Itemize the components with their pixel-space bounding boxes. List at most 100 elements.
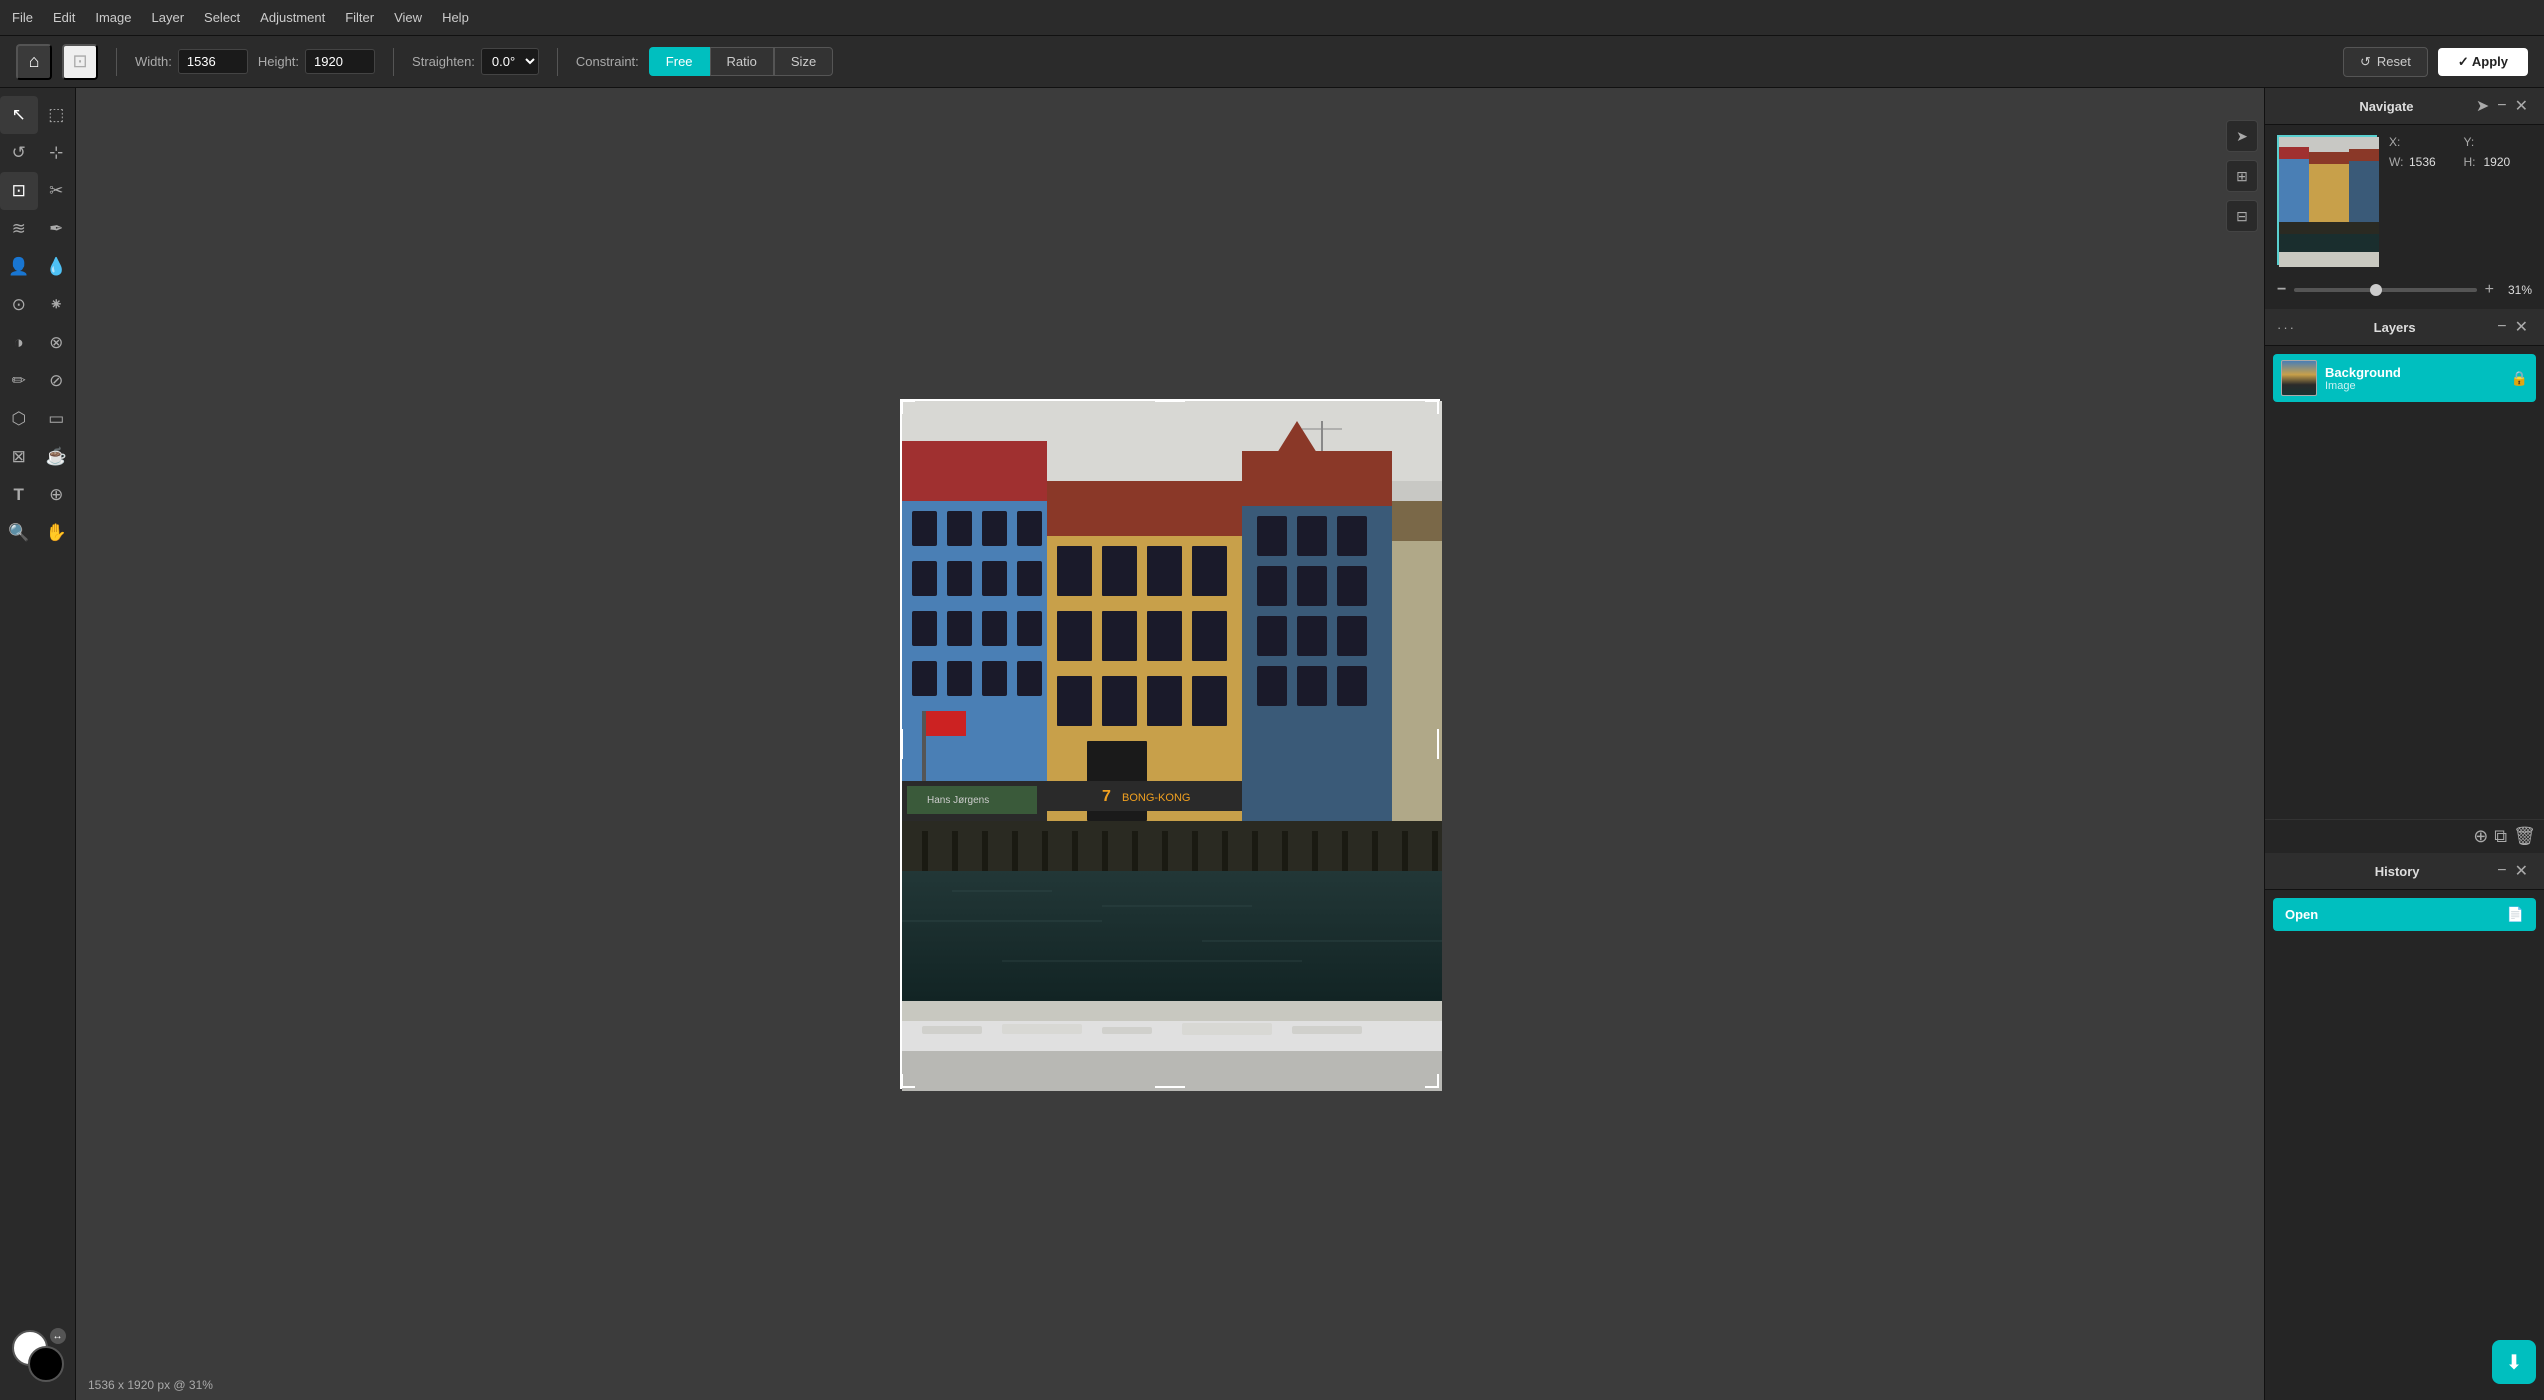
constraint-ratio[interactable]: Ratio (710, 47, 774, 76)
crop-handle-ml[interactable] (901, 729, 909, 759)
select-tool[interactable]: ↖ (0, 96, 38, 134)
color-sampler-tool[interactable]: ⊕ (38, 476, 76, 514)
layers-close-button[interactable]: ✕ (2511, 317, 2532, 337)
blur-tool[interactable]: 👤 (0, 248, 38, 286)
pattern-tool[interactable]: ⁕ (38, 286, 76, 324)
menu-file[interactable]: File (12, 10, 33, 25)
gradient-tool[interactable]: ◑ (0, 324, 38, 362)
stamp-tool[interactable]: ⊠ (0, 438, 38, 476)
background-color[interactable] (28, 1346, 64, 1382)
menu-image[interactable]: Image (95, 10, 131, 25)
marquee-tool[interactable]: ⬚ (38, 96, 76, 134)
swap-colors-button[interactable]: ↔ (50, 1328, 66, 1344)
history-close-button[interactable]: ✕ (2511, 861, 2532, 881)
crop-handle-bm[interactable] (1155, 1080, 1185, 1088)
constraint-size[interactable]: Size (774, 47, 833, 76)
text-tool[interactable]: T (0, 476, 38, 514)
nav-coords: X: Y: W: 1536 H: 1920 (2389, 135, 2532, 169)
crop-handle-bl[interactable] (901, 1074, 915, 1088)
layer-lock-icon: 🔒 (2511, 370, 2528, 387)
straighten-select[interactable]: 0.0° (481, 48, 539, 75)
crop-handle-mr[interactable] (1431, 729, 1439, 759)
layers-more-button[interactable]: ··· (2277, 320, 2296, 335)
properties-panel-toggle[interactable]: ⊟ (2226, 200, 2258, 232)
crop-handle-tr[interactable] (1425, 400, 1439, 414)
crop-handle-br[interactable] (1425, 1074, 1439, 1088)
crop-handle-tl[interactable] (901, 400, 915, 414)
pencil-tool[interactable]: ✏ (0, 362, 38, 400)
crop-handle-tm[interactable] (1155, 400, 1185, 408)
menu-filter[interactable]: Filter (345, 10, 374, 25)
sharpen-tool[interactable]: ⊗ (38, 324, 76, 362)
rotate-tool[interactable]: ↺ (0, 134, 38, 172)
check-icon: ✓ (2458, 54, 2472, 69)
layer-info: Background Image (2325, 365, 2503, 392)
height-input[interactable] (305, 49, 375, 74)
color-swatch-container: ↔ (12, 1330, 64, 1382)
layers-minimize-button[interactable]: − (2493, 318, 2510, 336)
zoom-plus-button[interactable]: + (2485, 281, 2494, 299)
history-header: History − ✕ (2265, 853, 2544, 890)
rectangle-tool[interactable]: ▭ (38, 400, 76, 438)
menu-layer[interactable]: Layer (152, 10, 185, 25)
history-label: Open (2285, 907, 2318, 922)
tool-row-1: ↖ ⬚ (0, 96, 75, 134)
navigate-close-button[interactable]: ✕ (2511, 96, 2532, 116)
menu-select[interactable]: Select (204, 10, 240, 25)
main-container: ↖ ⬚ ↺ ⊹ ⊡ ✂ ≋ ✒ 👤 💧 ⊙ ⁕ ◑ ⊗ ✏ ⊘ (0, 88, 2544, 1400)
right-panel: Navigate ➤ − ✕ (2264, 88, 2544, 1400)
layer-item[interactable]: Background Image 🔒 (2273, 354, 2536, 402)
navigate-header: Navigate ➤ − ✕ (2265, 88, 2544, 125)
straighten-field: Straighten: 0.0° (412, 48, 539, 75)
cut-tool[interactable]: ✂ (38, 172, 76, 210)
spot-heal-tool[interactable]: ⊹ (38, 134, 76, 172)
zoom-tool[interactable]: 🔍 (0, 514, 38, 552)
layer-thumbnail (2281, 360, 2317, 396)
history-minimize-button[interactable]: − (2493, 862, 2510, 880)
heal-tool[interactable]: ≋ (0, 210, 38, 248)
navigate-minimize-button[interactable]: − (2493, 97, 2510, 115)
hand-tool[interactable]: ✋ (38, 514, 76, 552)
tool-row-10: ⊠ ☕ (0, 438, 75, 476)
download-button[interactable]: ⬇ (2492, 1340, 2536, 1384)
width-label: Width: (135, 54, 172, 69)
width-input[interactable] (178, 49, 248, 74)
tool-row-5: 👤 💧 (0, 248, 75, 286)
crop-button[interactable]: ⊡ (62, 44, 98, 80)
menu-view[interactable]: View (394, 10, 422, 25)
layer-name: Background (2325, 365, 2503, 380)
constraint-group: Free Ratio Size (649, 47, 833, 76)
eyedropper-tool[interactable]: ✒ (38, 210, 76, 248)
layers-panel-toggle[interactable]: ⊞ (2226, 160, 2258, 192)
separator3 (557, 48, 558, 76)
history-item[interactable]: Open 📄 (2273, 898, 2536, 931)
shape-tool[interactable]: ⬡ (0, 400, 38, 438)
navigate-send-button[interactable]: ➤ (2472, 96, 2493, 116)
home-button[interactable]: ⌂ (16, 44, 52, 80)
delete-layer-button[interactable]: 🗑 (2513, 826, 2536, 847)
crop-tool[interactable]: ⊡ (0, 172, 38, 210)
dropper-tool[interactable]: 💧 (38, 248, 76, 286)
zoom-row: − + 31% (2277, 281, 2532, 299)
dodge-tool[interactable]: ⊙ (0, 286, 38, 324)
eraser-tool[interactable]: ⊘ (38, 362, 76, 400)
constraint-free[interactable]: Free (649, 47, 710, 76)
svg-text:BONG-KONG: BONG-KONG (1122, 792, 1190, 804)
tool-row-8: ✏ ⊘ (0, 362, 75, 400)
navigate-panel-toggle[interactable]: ➤ (2226, 120, 2258, 152)
apply-button[interactable]: ✓ Apply (2438, 48, 2528, 76)
menu-help[interactable]: Help (442, 10, 469, 25)
svg-text:Hans Jørgens: Hans Jørgens (927, 795, 989, 806)
bucket-tool[interactable]: ☕ (38, 438, 76, 476)
apply-label: Apply (2472, 54, 2508, 69)
height-field: Height: (258, 49, 375, 74)
duplicate-layer-button[interactable]: ⧉ (2494, 826, 2507, 847)
tool-row-9: ⬡ ▭ (0, 400, 75, 438)
menu-edit[interactable]: Edit (53, 10, 75, 25)
menu-adjustment[interactable]: Adjustment (260, 10, 325, 25)
zoom-slider[interactable] (2294, 288, 2476, 292)
reset-button[interactable]: ↺ Reset (2343, 47, 2428, 77)
layers-header: ··· Layers − ✕ (2265, 309, 2544, 346)
add-layer-button[interactable]: ⊕ (2473, 826, 2488, 847)
zoom-minus-button[interactable]: − (2277, 281, 2286, 299)
